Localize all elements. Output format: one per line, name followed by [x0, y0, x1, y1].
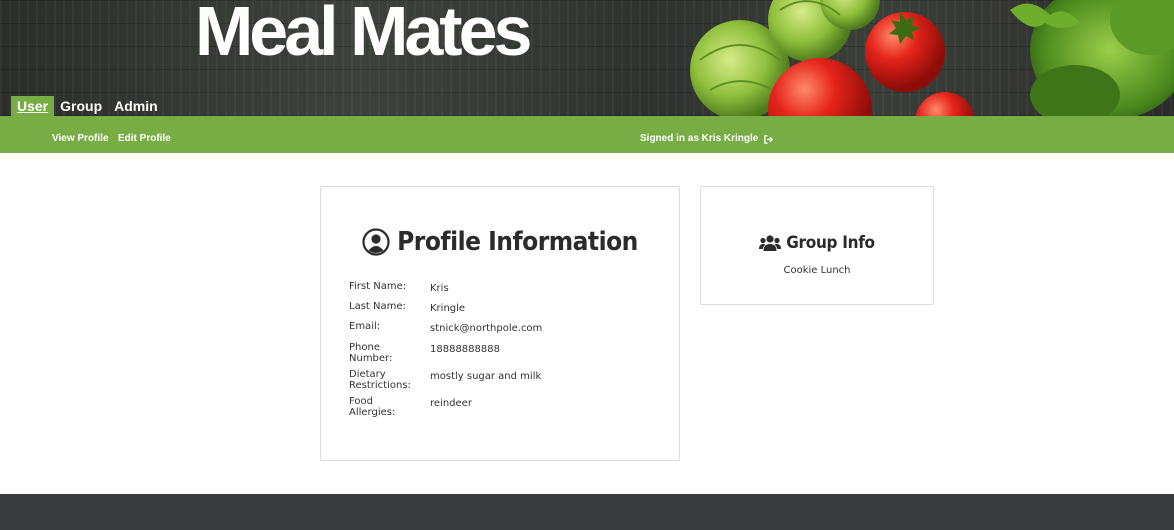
tab-admin[interactable]: Admin	[108, 96, 164, 116]
site-logo[interactable]: Meal Mates	[195, 0, 532, 66]
phone-value: 18888888888	[430, 344, 500, 355]
header-banner: Meal Mates User Group Admin	[0, 0, 1174, 116]
dietary-restrictions-value: mostly sugar and milk	[430, 371, 542, 382]
group-info-title-text: Group Info	[786, 233, 875, 253]
main-nav: User Group Admin	[11, 96, 164, 116]
sign-out-icon[interactable]	[763, 134, 774, 145]
sub-nav: View Profile Edit Profile Signed in as K…	[0, 116, 1174, 153]
email-label: Email:	[349, 321, 381, 332]
view-profile-link[interactable]: View Profile	[52, 133, 109, 144]
food-allergies-label: Food Allergies:	[349, 396, 396, 418]
group-info-card: Group Info Cookie Lunch	[700, 186, 934, 305]
food-allergies-value: reindeer	[430, 398, 472, 409]
last-name-label: Last Name:	[349, 301, 406, 312]
users-icon	[759, 235, 782, 251]
first-name-label: First Name:	[349, 281, 407, 292]
user-circle-icon	[362, 228, 390, 256]
profile-title: Profile Information	[321, 227, 679, 257]
phone-label: Phone Number:	[349, 342, 393, 364]
tab-user[interactable]: User	[11, 96, 55, 116]
profile-title-text: Profile Information	[397, 227, 638, 257]
vegetables-banner-image	[690, 0, 1174, 116]
dietary-restrictions-label: Dietary Restrictions:	[349, 369, 411, 391]
last-name-value: Kringle	[430, 303, 466, 314]
signed-in-text: Signed in as Kris Kringle	[640, 133, 759, 144]
first-name-value: Kris	[430, 283, 449, 294]
email-value: stnick@northpole.com	[430, 323, 543, 334]
profile-card: Profile Information First Name: Kris Las…	[320, 186, 680, 461]
group-info-title: Group Info	[701, 233, 933, 253]
footer	[0, 494, 1174, 530]
group-name: Cookie Lunch	[783, 265, 851, 276]
tab-group[interactable]: Group	[54, 96, 108, 116]
edit-profile-link[interactable]: Edit Profile	[118, 133, 171, 144]
